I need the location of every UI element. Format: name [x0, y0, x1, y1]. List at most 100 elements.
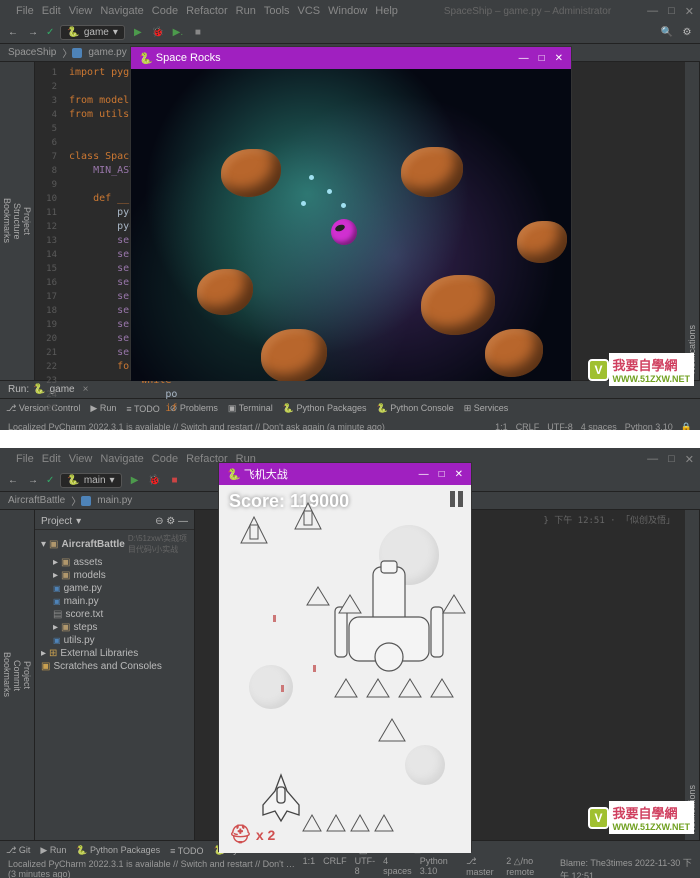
status-msg[interactable]: Localized PyCharm 2022.3.1 is available … [8, 422, 385, 430]
toolwin-bookmarks[interactable]: Bookmarks [2, 68, 12, 374]
toolwin-structure[interactable]: Structure [12, 68, 22, 374]
tree-file[interactable]: ▣ game.py [35, 582, 194, 595]
run-button-icon[interactable]: ▶ [131, 26, 145, 40]
search-icon[interactable]: 🔍 [660, 26, 674, 40]
nav-back-icon[interactable]: ← [6, 26, 20, 40]
minimize-icon[interactable]: — [647, 453, 658, 466]
bbar-run[interactable]: ▶ Run [40, 845, 66, 856]
tree-external-libs[interactable]: ▸ ⊞ External Libraries [35, 647, 194, 660]
lives-display: ⛑ x 2 [229, 824, 275, 845]
menu-file[interactable]: File [16, 453, 34, 465]
menu-help[interactable]: Help [375, 5, 398, 17]
debug-button-icon[interactable]: 🐞 [151, 26, 165, 40]
menu-view[interactable]: View [69, 5, 93, 17]
run-config-selector[interactable]: 🐍game▾ [60, 25, 125, 40]
maximize-icon[interactable]: □ [668, 5, 675, 18]
menu-vcs[interactable]: VCS [298, 5, 321, 17]
game-maximize-icon[interactable]: □ [539, 53, 545, 64]
debug-button-icon[interactable]: 🐞 [148, 474, 162, 488]
tree-file[interactable]: ▣ utils.py [35, 634, 194, 647]
indent[interactable]: 4 spaces [383, 856, 412, 878]
menu-refactor[interactable]: Refactor [186, 5, 228, 17]
tree-root[interactable]: ▾ ▣ AircraftBattle D:\51zxw\实战项目代码\小实战 [35, 532, 194, 556]
game-minimize-icon[interactable]: — [419, 469, 429, 480]
game-window-titlebar[interactable]: 🐍 Space Rocks — □ ✕ [131, 47, 571, 69]
bbar-git[interactable]: ⎇ Git [6, 845, 30, 856]
hide-icon[interactable]: — [178, 516, 188, 527]
indent[interactable]: 4 spaces [581, 422, 617, 431]
left-toolwindow-tabs: Project Commit Bookmarks [0, 510, 35, 840]
toolwin-project[interactable]: Project [22, 68, 32, 374]
menu-navigate[interactable]: Navigate [100, 5, 143, 17]
menu-view[interactable]: View [69, 453, 93, 465]
close-icon[interactable]: ✕ [685, 5, 694, 18]
tree-file[interactable]: ▣ main.py [35, 595, 194, 608]
caret-pos[interactable]: 1:1 [303, 856, 316, 878]
menu-tools[interactable]: Tools [264, 5, 290, 17]
line-sep[interactable]: CRLF [323, 856, 347, 878]
game-close-icon[interactable]: ✕ [555, 53, 563, 64]
tree-folder[interactable]: ▸ ▣ steps [35, 621, 194, 634]
encoding[interactable]: UTF-8 [355, 856, 376, 878]
stop-button-icon[interactable]: ■ [168, 474, 182, 488]
tree-folder[interactable]: ▸ ▣ assets [35, 556, 194, 569]
settings-icon[interactable]: ⚙ [166, 516, 175, 527]
game-window-titlebar[interactable]: 🐍 飞机大战 — □ ✕ [219, 463, 471, 485]
bbar-todo[interactable]: ≡ TODO [170, 846, 203, 856]
bullet [301, 201, 306, 206]
maximize-icon[interactable]: □ [668, 453, 675, 466]
toolwin-bookmarks[interactable]: Bookmarks [2, 516, 12, 834]
breadcrumb-root[interactable]: AircraftBattle [8, 495, 65, 506]
menu-navigate[interactable]: Navigate [100, 453, 143, 465]
status-msg[interactable]: Localized PyCharm 2022.3.1 is available … [8, 859, 303, 878]
run-button-icon[interactable]: ▶ [128, 474, 142, 488]
menu-edit[interactable]: Edit [42, 453, 61, 465]
git-branch[interactable]: ⎇ master [466, 856, 498, 878]
toolwin-notifications[interactable]: Notifications [687, 68, 697, 374]
run-config-selector[interactable]: 🐍main▾ [60, 473, 121, 488]
git-sync[interactable]: 2 △/no remote [506, 856, 552, 878]
project-tool-window[interactable]: Project▾ ⊖ ⚙ — ▾ ▣ AircraftBattle D:\51z… [35, 510, 195, 840]
enemy-ship [333, 677, 359, 699]
breadcrumb-file[interactable]: game.py [88, 47, 126, 58]
toolwin-project[interactable]: Project [22, 516, 32, 834]
close-icon[interactable]: ✕ [685, 453, 694, 466]
more-run-icon[interactable]: ▶. [171, 26, 185, 40]
minimize-icon[interactable]: — [647, 5, 658, 18]
breadcrumb-root[interactable]: SpaceShip [8, 47, 56, 58]
breadcrumb-file[interactable]: main.py [97, 495, 132, 506]
pause-button-icon[interactable] [450, 491, 463, 507]
encoding[interactable]: UTF-8 [547, 422, 573, 431]
nav-forward-icon[interactable]: → [26, 26, 40, 40]
interpreter[interactable]: Python 3.10 [625, 422, 673, 431]
menu-code[interactable]: Code [152, 453, 178, 465]
bbar-pypkg[interactable]: 🐍 Python Packages [76, 845, 160, 856]
git-blame[interactable]: Blame: The3times 2022-11-30 下午 12:51 [560, 856, 692, 878]
line-sep[interactable]: CRLF [516, 422, 540, 431]
tree-file[interactable]: ▤ score.txt [35, 608, 194, 621]
stop-button-icon[interactable]: ■ [191, 26, 205, 40]
menu-code[interactable]: Code [152, 5, 178, 17]
tree-scratches[interactable]: ▣ Scratches and Consoles [35, 660, 194, 673]
tree-folder[interactable]: ▸ ▣ models [35, 569, 194, 582]
game-canvas[interactable] [131, 69, 571, 381]
settings-icon[interactable]: ⚙ [680, 26, 694, 40]
collapse-icon[interactable]: ⊖ [155, 516, 163, 527]
nav-back-icon[interactable]: ← [6, 474, 20, 488]
toolwin-notifications[interactable]: Notifications [687, 516, 697, 834]
caret-pos[interactable]: 1:1 [495, 422, 508, 431]
menu-run[interactable]: Run [236, 5, 256, 17]
menu-file[interactable]: File [16, 5, 34, 17]
python-file-icon [72, 48, 82, 58]
lock-icon[interactable]: 🔒 [681, 422, 692, 431]
game-close-icon[interactable]: ✕ [455, 469, 463, 480]
nav-forward-icon[interactable]: → [26, 474, 40, 488]
menu-window[interactable]: Window [328, 5, 367, 17]
game-maximize-icon[interactable]: □ [439, 469, 445, 480]
toolwin-commit[interactable]: Commit [12, 516, 22, 834]
game-canvas[interactable]: Score: 119000 [219, 485, 471, 853]
game-minimize-icon[interactable]: — [519, 53, 529, 64]
interpreter[interactable]: Python 3.10 [420, 856, 458, 878]
watermark-brand: 我要自學網 [613, 806, 678, 821]
menu-edit[interactable]: Edit [42, 5, 61, 17]
